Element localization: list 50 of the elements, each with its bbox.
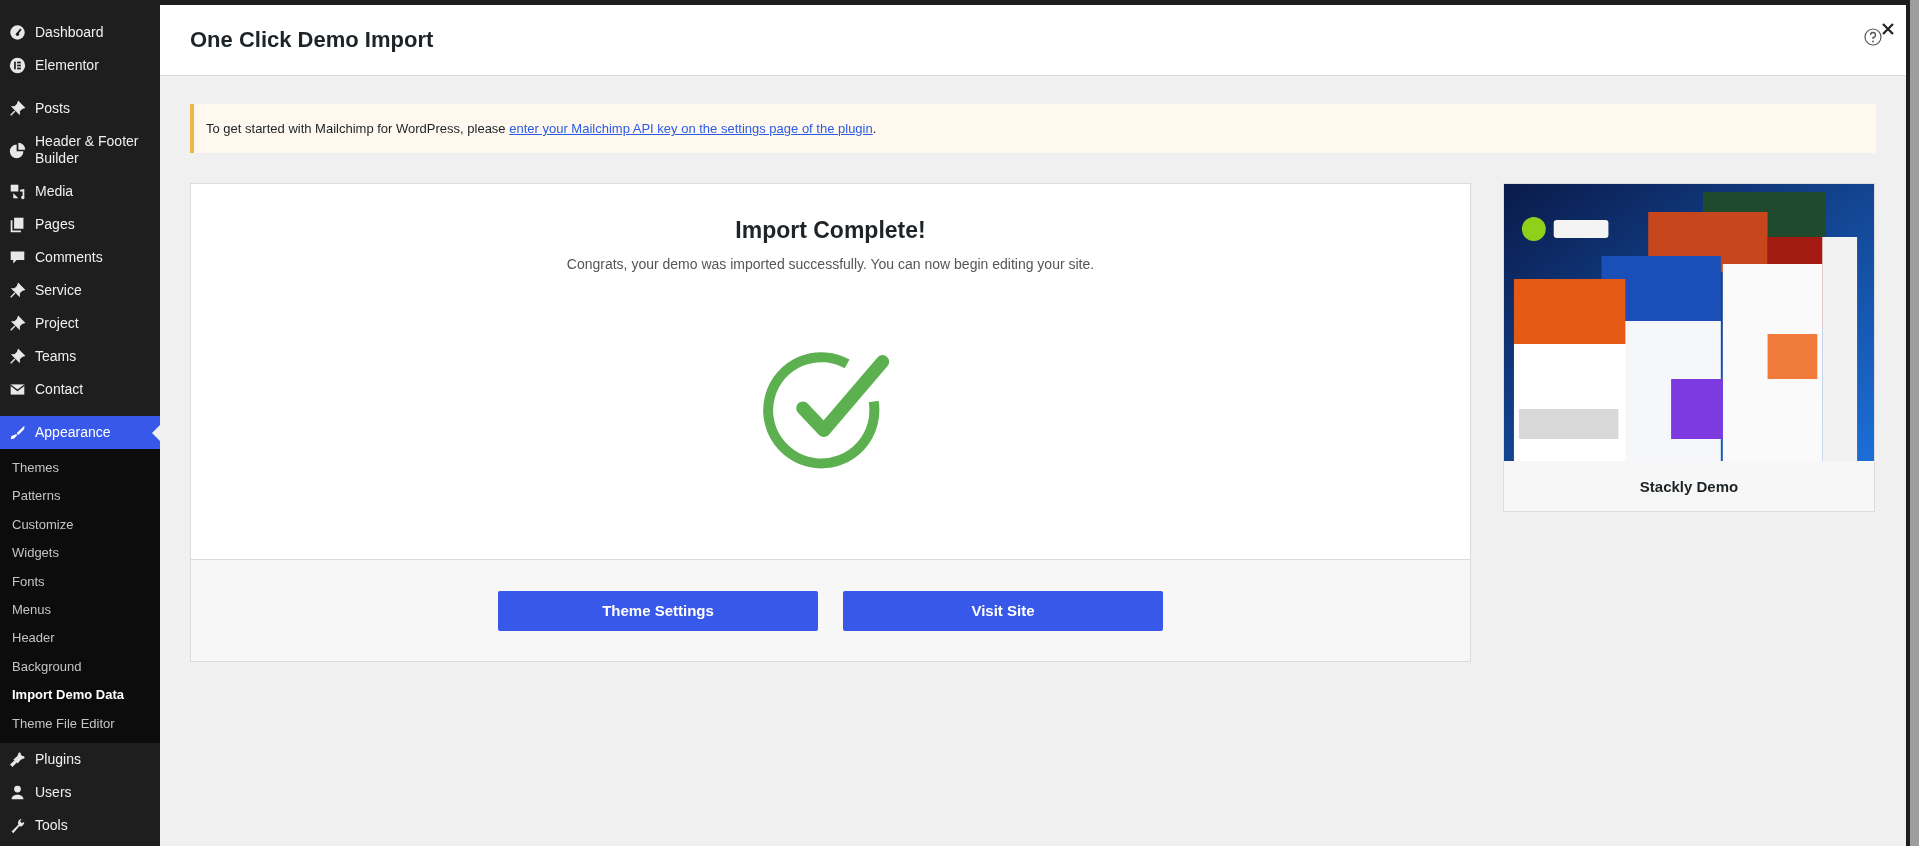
sidebar-item[interactable]: Project (0, 307, 160, 340)
pushpin-icon (9, 348, 26, 365)
settings-link[interactable]: enter your Mailchimp API key on the settings page of the plugin (509, 121, 873, 136)
pages-icon (9, 216, 26, 233)
page-title: One Click Demo Import (190, 27, 434, 53)
submenu-item[interactable]: Menus (0, 596, 160, 625)
sidebar-item[interactable]: Header & Footer Builder (0, 125, 160, 175)
submenu-item[interactable]: Background (0, 652, 160, 682)
sidebar-item[interactable]: Posts (0, 92, 160, 125)
sidebar-item[interactable]: Media (0, 175, 160, 208)
close-icon[interactable] (1882, 23, 1894, 35)
gauge-icon (9, 24, 26, 41)
submenu-item[interactable]: Header (0, 624, 160, 653)
elementor-icon (9, 57, 26, 74)
submenu-item[interactable]: Import Demo Data (0, 681, 160, 710)
user-icon (9, 784, 26, 802)
sidebar-item[interactable]: Appearance (0, 416, 160, 449)
result-message: Congrats, your demo was imported successfully. You can now begin editing your site. (566, 256, 1095, 272)
submenu-item[interactable]: Fonts (0, 567, 160, 597)
sidebar-item[interactable]: Dashboard (0, 16, 160, 49)
sidebar-item[interactable]: Pages (0, 208, 160, 241)
result-title: Import Complete! (735, 217, 926, 244)
plug-icon (9, 751, 26, 769)
pushpin-icon (9, 100, 26, 117)
speech-bubble-icon (9, 249, 26, 266)
pushpin-icon (9, 315, 26, 332)
wrench-icon (9, 817, 26, 835)
sidebar-item[interactable]: Tools (0, 809, 160, 843)
media-icon (9, 183, 26, 200)
sidebar-item[interactable]: Teams (0, 340, 160, 373)
envelope-icon (9, 381, 26, 398)
sidebar-item[interactable]: Elementor (0, 49, 160, 82)
sidebar-item[interactable]: Plugins (0, 743, 160, 777)
submenu-item[interactable]: Themes (0, 454, 160, 483)
submenu-item[interactable]: Theme File Editor (0, 709, 160, 739)
theme-settings-button[interactable]: Theme Settings (498, 590, 818, 631)
submenu-item[interactable]: Widgets (0, 539, 160, 568)
help-icon[interactable] (1864, 28, 1882, 46)
submenu-item[interactable]: Customize (0, 510, 160, 540)
sidebar-item[interactable]: Comments (0, 241, 160, 274)
sidebar-item[interactable]: Service (0, 274, 160, 307)
visit-site-button[interactable]: Visit Site (843, 590, 1163, 631)
paintbrush-icon (9, 424, 26, 441)
notice-text: To get started with Mailchimp for WordPress, please enter your Mailchimp API key on the settings page of the plugin. (206, 121, 877, 136)
pushpin-icon (9, 282, 26, 299)
sidebar-item[interactable]: Users (0, 776, 160, 810)
submenu-item[interactable]: Patterns (0, 482, 160, 511)
demo-name: Stackly Demo (1638, 476, 1740, 497)
sidebar-item[interactable]: Contact (0, 373, 160, 406)
pie-chart-icon (9, 141, 26, 159)
